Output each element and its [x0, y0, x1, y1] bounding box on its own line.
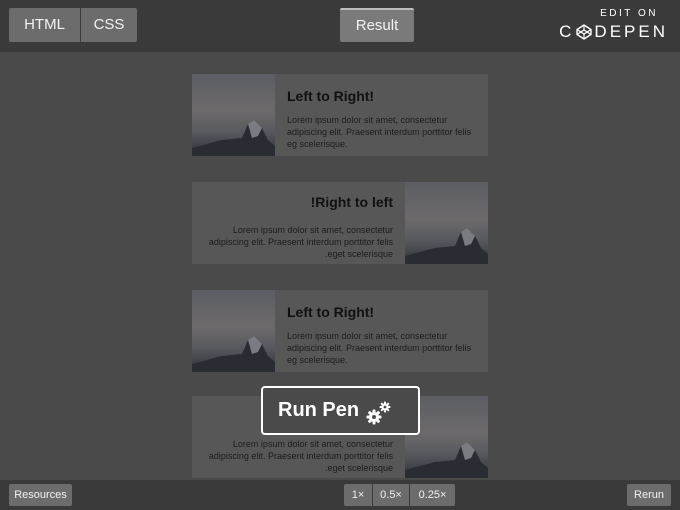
- mountain-silhouette-icon: [405, 228, 488, 264]
- mountain-image: [192, 74, 275, 156]
- card-body: Lorem ipsum dolor sit amet, consectetur …: [287, 115, 472, 149]
- card-body: Lorem ipsum dolor sit amet, consectetur …: [287, 331, 472, 365]
- editor-footer: Resources 1× 0.5× 0.25× Rerun: [0, 480, 680, 510]
- gears-icon: [366, 401, 391, 424]
- tab-result[interactable]: Result: [340, 8, 414, 42]
- card-title: Left to Right!: [287, 304, 375, 320]
- mountain-image: [192, 290, 275, 372]
- card-rtl-1: !Right to left Lorem ipsum dolor sit ame…: [192, 182, 488, 264]
- run-pen-button[interactable]: Run Pen: [261, 386, 420, 435]
- zoom-025x-button[interactable]: 0.25×: [410, 484, 455, 506]
- mountain-silhouette-icon: [192, 336, 275, 372]
- edit-on-label: EDIT ON: [600, 8, 658, 19]
- resources-button[interactable]: Resources: [9, 484, 72, 506]
- card-body: Lorem ipsum dolor sit amet, consectetur …: [208, 225, 393, 259]
- tab-css[interactable]: CSS: [81, 8, 137, 42]
- mountain-silhouette-icon: [192, 120, 275, 156]
- card-ltr-2: Left to Right! Lorem ipsum dolor sit ame…: [192, 290, 488, 372]
- codepen-wordmark: C DEPEN: [558, 21, 668, 43]
- card-title: Left to Right!: [287, 88, 375, 104]
- card-ltr-1: Left to Right! Lorem ipsum dolor sit ame…: [192, 74, 488, 156]
- mountain-silhouette-icon: [405, 442, 488, 478]
- editor-header: HTML CSS Result EDIT ON C DEPEN: [0, 0, 680, 52]
- mountain-image: [405, 182, 488, 264]
- codepen-logo-icon: [576, 24, 593, 40]
- edit-on-codepen-link[interactable]: EDIT ON C DEPEN: [558, 8, 668, 44]
- zoom-05x-button[interactable]: 0.5×: [373, 484, 409, 506]
- brand-letters-depen: DEPEN: [594, 22, 668, 41]
- card-body: Lorem ipsum dolor sit amet, consectetur …: [208, 439, 393, 473]
- zoom-1x-button[interactable]: 1×: [344, 484, 372, 506]
- card-title: !Right to left: [310, 194, 393, 210]
- rerun-button[interactable]: Rerun: [627, 484, 671, 506]
- run-pen-label: Run Pen: [278, 399, 360, 421]
- tab-html[interactable]: HTML: [9, 8, 80, 42]
- brand-letter-c: C: [559, 22, 575, 41]
